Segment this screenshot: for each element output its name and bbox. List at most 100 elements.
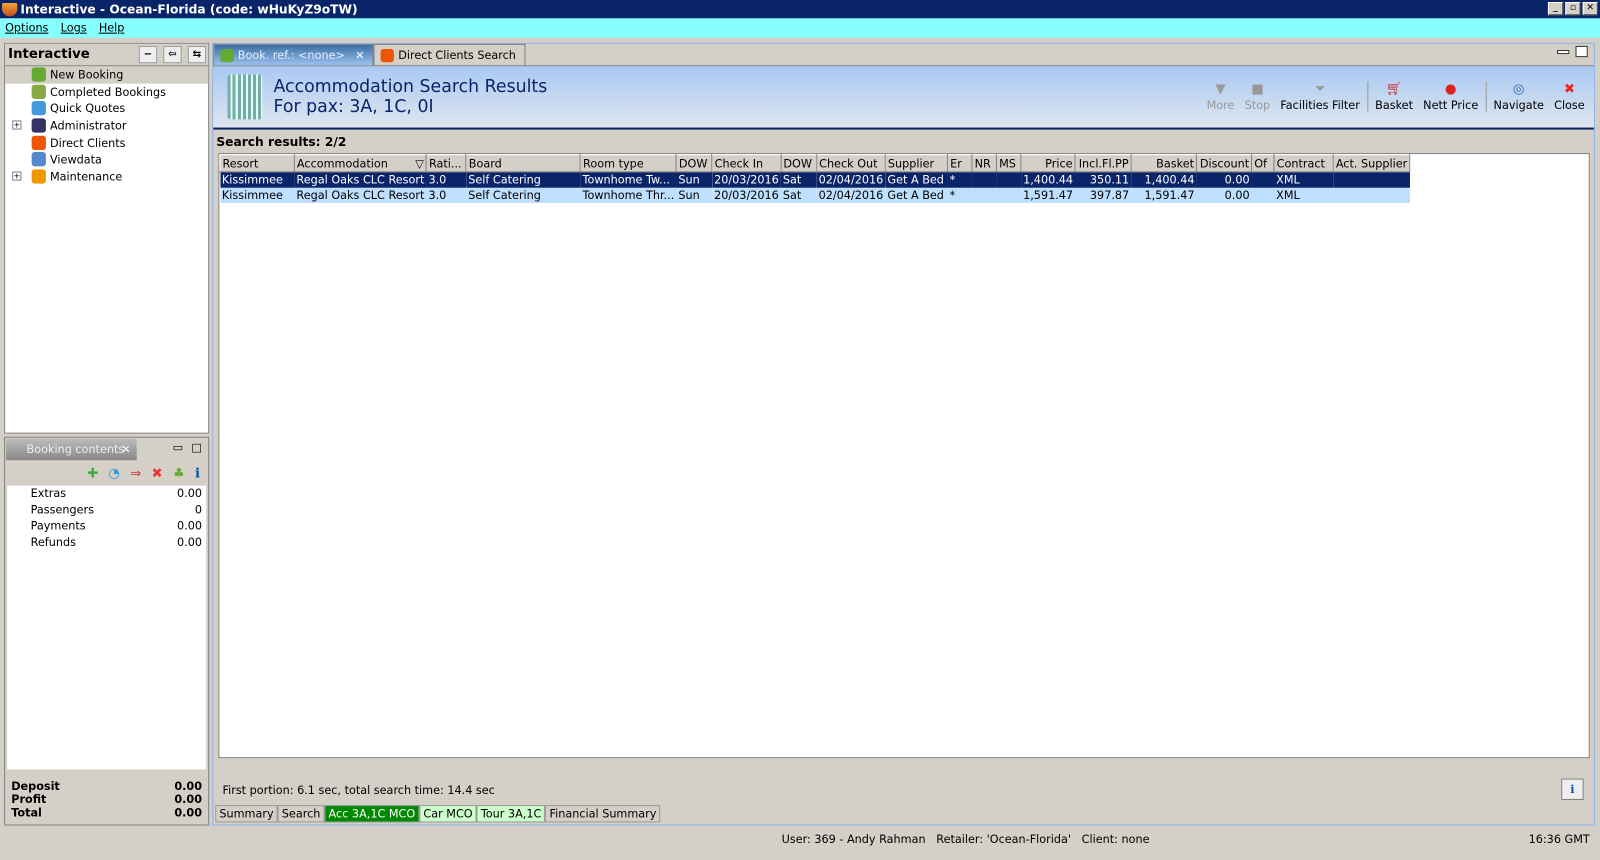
table-row[interactable]: Kissimmee Regal Oaks CLC Resort 3.0 Self Ca… [219, 187, 1410, 203]
column-header-label: MS [999, 156, 1016, 170]
nav-item-completed-bookings[interactable]: Completed Bookings [5, 83, 208, 100]
menu-help[interactable]: Help [99, 21, 125, 34]
info-icon[interactable]: i [195, 466, 200, 481]
status-bar: User: 369 - Andy Rahman Retailer: 'Ocean… [0, 831, 1600, 849]
booking-row-value: 0.00 [177, 519, 203, 533]
basket-transfer-icon[interactable]: ⇒ [130, 466, 141, 481]
column-header[interactable]: Discount [1196, 154, 1253, 173]
column-header-label: Contract [1276, 156, 1325, 170]
column-header[interactable]: Price [1020, 154, 1076, 173]
column-header[interactable]: Check Out [816, 154, 886, 173]
nett-price-button[interactable]: ● Nett Price [1418, 81, 1483, 113]
nav-item-administrator[interactable]: + Administrator [5, 117, 208, 134]
table-cell [1333, 187, 1410, 203]
facilities-filter-button[interactable]: ⏷ Facilities Filter [1275, 81, 1365, 113]
menu-options[interactable]: Options [5, 21, 48, 34]
table-cell: Sun [676, 187, 713, 203]
table-cell: Regal Oaks CLC Resort [294, 187, 427, 203]
runner-icon [31, 118, 46, 133]
more-button[interactable]: ▼ More [1201, 81, 1239, 113]
column-header[interactable]: Incl.Fl.PP [1074, 154, 1132, 173]
results-table[interactable]: Resort Accommodation ▽ Rati... Board Room typ… [218, 153, 1590, 759]
close-button[interactable]: ✖ Close [1549, 81, 1590, 113]
clock-icon[interactable]: ◔ [108, 466, 120, 481]
minimize-button[interactable]: _ [1547, 2, 1564, 16]
column-header[interactable]: Er [947, 154, 973, 173]
table-cell: XML [1274, 187, 1334, 203]
close-icon[interactable]: ✕ [121, 443, 130, 456]
tab-booking[interactable]: Book. ref.: <none> ✕ [213, 43, 374, 66]
close-window-button[interactable]: ✕ [1582, 2, 1598, 16]
table-row[interactable]: Kissimmee Regal Oaks CLC Resort 3.0 Self Ca… [219, 171, 1410, 188]
column-header[interactable]: Room type [579, 154, 677, 173]
stop-button[interactable]: ■ Stop [1240, 81, 1276, 113]
tab-direct-clients-label: Direct Clients Search [398, 48, 516, 62]
tab-direct-clients-search[interactable]: Direct Clients Search [373, 43, 526, 66]
delete-icon[interactable]: ✖ [152, 466, 163, 481]
booking-contents-tab[interactable]: Booking contents ✕ [6, 438, 137, 461]
nav-item-direct-clients[interactable]: Direct Clients [5, 134, 208, 151]
table-cell: 350.11 [1075, 171, 1132, 188]
column-header-label: Price [1045, 156, 1073, 170]
nav-item-new-booking[interactable]: New Booking [5, 66, 209, 84]
booking-row-value: 0 [194, 503, 203, 517]
column-header-label: Check Out [819, 156, 878, 170]
booking-row-label: Passengers [30, 503, 94, 517]
table-cell: 3.0 [426, 171, 467, 188]
column-header-label: Resort [222, 156, 259, 170]
column-header[interactable]: Of [1251, 154, 1275, 173]
bottom-tab[interactable]: Financial Summary [545, 805, 661, 823]
column-header[interactable]: Check In [711, 154, 782, 173]
menu-logs[interactable]: Logs [61, 21, 87, 34]
close-tab-icon[interactable]: ✕ [355, 48, 364, 61]
table-cell [1333, 171, 1410, 188]
column-header[interactable]: Contract [1273, 154, 1334, 173]
column-header[interactable]: NR [971, 154, 998, 173]
column-header[interactable]: Resort [219, 154, 295, 173]
restore-button[interactable]: ▫ [1565, 2, 1581, 16]
minimize-icon[interactable]: ▭ [173, 441, 184, 454]
bottom-tab[interactable]: Summary [215, 805, 278, 823]
column-header[interactable]: Accommodation ▽ [293, 154, 427, 173]
column-header[interactable]: Act. Supplier [1332, 154, 1411, 173]
basket-button[interactable]: 🛒︎ Basket [1370, 81, 1418, 113]
bottom-tab[interactable]: Acc 3A,1C MCO [324, 805, 420, 823]
navigate-label: Navigate [1493, 98, 1544, 113]
bottom-tab[interactable]: Tour 3A,1C [476, 805, 546, 823]
booking-row-label: Extras [30, 487, 67, 501]
filter-icon[interactable]: ▽ [415, 157, 424, 170]
nav-item-quick-quotes[interactable]: Quick Quotes [5, 100, 208, 117]
nav-item-viewdata[interactable]: Viewdata [5, 151, 208, 168]
column-header-label: DOW [783, 156, 812, 170]
back-button[interactable]: ⇦ [163, 45, 182, 64]
info-button[interactable]: i [1561, 778, 1584, 800]
expand-icon[interactable]: + [12, 171, 22, 181]
add-icon[interactable]: ✚ [87, 466, 98, 481]
column-header[interactable]: Board [465, 154, 582, 173]
collapse-button[interactable]: − [138, 45, 158, 64]
maximize-icon[interactable] [1575, 45, 1588, 58]
table-cell: 20/03/2016 [712, 187, 781, 203]
column-header[interactable]: DOW [780, 154, 818, 173]
swap-button[interactable]: ⇆ [187, 45, 207, 64]
expand-icon[interactable]: + [12, 120, 22, 130]
palm-tree-icon[interactable]: ♣ [173, 466, 185, 481]
column-header[interactable]: Basket [1130, 154, 1198, 173]
table-cell: Get A Bed [885, 187, 948, 203]
bottom-tab[interactable]: Car MCO [419, 805, 477, 823]
bottom-tab[interactable]: Search [277, 805, 325, 823]
column-header[interactable]: Supplier [884, 154, 949, 173]
total-label: Deposit [11, 779, 60, 793]
building-icon [227, 74, 263, 120]
maximize-icon[interactable]: □ [191, 441, 202, 454]
nav-item-maintenance[interactable]: + Maintenance [5, 168, 208, 185]
minimize-icon[interactable] [1557, 49, 1570, 55]
column-header[interactable]: Rati... [425, 154, 467, 173]
table-cell [996, 171, 1022, 188]
table-cell: Sat [780, 187, 817, 203]
navigate-button[interactable]: ◎ Navigate [1488, 81, 1549, 113]
column-header[interactable]: DOW [675, 154, 713, 173]
results-count: Search results: 2/2 [216, 134, 347, 149]
main-panel: Book. ref.: <none> ✕ Direct Clients Searc… [212, 42, 1595, 826]
column-header[interactable]: MS [996, 154, 1022, 173]
